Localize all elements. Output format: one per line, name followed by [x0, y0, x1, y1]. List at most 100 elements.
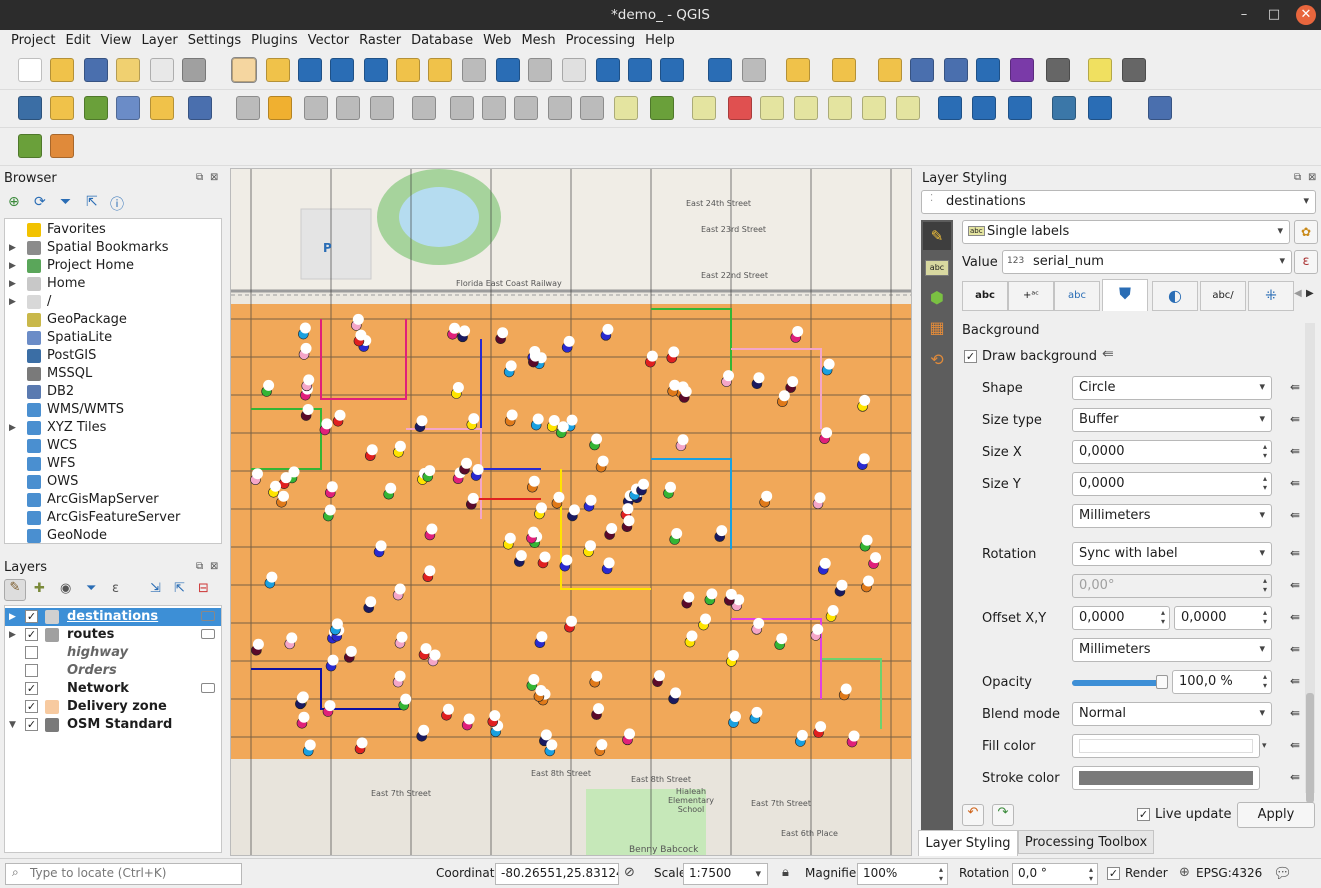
maximize-button[interactable]: □ — [1266, 7, 1282, 23]
tab-layer-styling[interactable]: Layer Styling — [918, 830, 1018, 856]
value-field-combo[interactable]: 123 serial_num — [1002, 250, 1292, 274]
identify-icon[interactable] — [708, 58, 732, 82]
copy-features-icon[interactable] — [482, 96, 506, 120]
lock-icon[interactable]: 🔒︎ — [782, 865, 789, 880]
rotate-label-icon[interactable] — [794, 96, 818, 120]
mouse-coords-toggle-icon[interactable]: ⊘ — [624, 865, 635, 880]
dock-close-icon[interactable]: ⊠ — [210, 561, 218, 572]
tab-scroll-right-icon[interactable]: ▶ — [1306, 288, 1314, 299]
menu-project[interactable]: Project — [6, 31, 60, 50]
layer-item[interactable]: highway — [5, 644, 221, 662]
placement-tab-icon[interactable]: ⁜ — [1248, 281, 1294, 311]
float-icon[interactable]: ⧉ — [196, 561, 203, 572]
browser-item[interactable]: GeoNode — [5, 527, 221, 545]
pan-map-icon[interactable] — [231, 57, 257, 83]
buffer-tab-icon[interactable]: abc — [1054, 281, 1100, 311]
layer-selector[interactable]: ⁚ destinations — [921, 190, 1316, 214]
embedded-widget-icon[interactable] — [201, 611, 215, 621]
shadow-tab-icon[interactable]: ◐ — [1152, 281, 1198, 311]
menu-raster[interactable]: Raster — [354, 31, 406, 50]
browser-item[interactable]: ArcGisFeatureServer — [5, 509, 221, 527]
layer-item[interactable]: Orders — [5, 662, 221, 680]
3d-view-tab-icon[interactable]: ⬢ — [925, 288, 949, 312]
fill-color-dropdown-icon[interactable]: ▾ — [1262, 734, 1274, 758]
layer-visibility-checkbox[interactable]: ✓ — [25, 700, 38, 713]
magnifier-spinbox[interactable]: 100% — [857, 863, 948, 885]
data-defined-override-icon[interactable]: ⇚ — [1286, 508, 1304, 526]
expand-arrow-icon[interactable]: ▶ — [9, 608, 19, 626]
embedded-widget-icon[interactable] — [201, 629, 215, 639]
new-shapefile-icon[interactable] — [84, 96, 108, 120]
refresh-icon[interactable] — [660, 58, 684, 82]
highlight-labels-icon[interactable] — [728, 96, 752, 120]
apply-button[interactable]: Apply — [1237, 802, 1315, 828]
add-selected-icon[interactable]: ⊕ — [8, 194, 20, 210]
plugin-reloader-icon[interactable] — [1088, 96, 1112, 120]
callouts-tab-icon[interactable]: abc/ — [1200, 281, 1246, 311]
browser-item[interactable]: OWS — [5, 473, 221, 491]
add-feature-icon[interactable] — [336, 96, 360, 120]
layer-visibility-checkbox[interactable] — [25, 646, 38, 659]
layer-visibility-checkbox[interactable]: ✓ — [25, 682, 38, 695]
delete-selected-icon[interactable] — [412, 96, 436, 120]
layer-visibility-checkbox[interactable]: ✓ — [25, 718, 38, 731]
print-layout-icon[interactable] — [150, 58, 174, 82]
digitize-icon[interactable] — [188, 96, 212, 120]
float-icon[interactable]: ⧉ — [1294, 172, 1301, 183]
styling-panel-icon[interactable]: ✎ — [4, 579, 26, 601]
opacity-spinbox[interactable]: 100,0 % — [1172, 670, 1272, 694]
toggle-editing-icon[interactable] — [268, 96, 292, 120]
save-edits-icon[interactable] — [304, 96, 328, 120]
measure-icon[interactable] — [1046, 58, 1070, 82]
layers-tree[interactable]: ▶ ✓ destinations ▶ ✓ routes highway Orders ✓ Netw… — [4, 605, 222, 853]
label-props-icon[interactable] — [896, 96, 920, 120]
new-map-view-icon[interactable] — [562, 58, 586, 82]
browser-item[interactable]: ▶ Project Home — [5, 257, 221, 275]
zoom-next-icon[interactable] — [528, 58, 552, 82]
shape-combo[interactable]: Circle — [1072, 376, 1272, 400]
pan-to-selection-icon[interactable] — [266, 58, 290, 82]
fill-color-button[interactable] — [1072, 734, 1260, 758]
open-project-icon[interactable] — [50, 58, 74, 82]
zoom-to-layer-icon[interactable] — [428, 58, 452, 82]
current-edits-icon[interactable] — [236, 96, 260, 120]
data-defined-override-icon[interactable]: ⇚ — [1102, 346, 1114, 362]
formatting-tab-icon[interactable]: +ᵃᶜ — [1008, 281, 1054, 311]
data-defined-override-icon[interactable]: ⇚ — [1286, 578, 1304, 596]
statistics-icon[interactable] — [1010, 58, 1034, 82]
menu-web[interactable]: Web — [478, 31, 516, 50]
menu-help[interactable]: Help — [640, 31, 680, 50]
expand-arrow-icon[interactable]: ▶ — [9, 275, 19, 293]
layer-item[interactable]: ▼ ✓ OSM Standard — [5, 716, 221, 734]
data-source-manager-icon[interactable] — [18, 96, 42, 120]
data-defined-override-icon[interactable]: ⇚ — [1286, 706, 1304, 724]
browser-item[interactable]: PostGIS — [5, 347, 221, 365]
paste-features-icon[interactable] — [514, 96, 538, 120]
label-tool-icon[interactable] — [614, 96, 638, 120]
style-manager-icon[interactable] — [182, 58, 206, 82]
annotation-icon[interactable] — [1088, 58, 1112, 82]
blend-mode-combo[interactable]: Normal — [1072, 702, 1272, 726]
collapse-all-icon[interactable]: ⇱ — [86, 194, 98, 210]
data-defined-override-icon[interactable]: ⇚ — [1286, 610, 1304, 628]
expression-filter-icon[interactable]: ε — [112, 581, 119, 596]
new-geopackage-icon[interactable] — [50, 96, 74, 120]
text-tab-icon[interactable]: abc — [962, 281, 1008, 311]
history-tab-icon[interactable]: ⟲ — [925, 350, 949, 374]
data-defined-override-icon[interactable]: ⇚ — [1286, 444, 1304, 462]
stroke-color-button[interactable] — [1072, 766, 1260, 790]
new-spatialite-icon[interactable] — [116, 96, 140, 120]
coordinate-field[interactable]: -80.26551,25.83124 — [495, 863, 619, 885]
browser-item[interactable]: SpatiaLite — [5, 329, 221, 347]
metasearch-icon[interactable] — [938, 96, 962, 120]
crs-globe-icon[interactable]: ⊕ — [1179, 865, 1190, 880]
expand-all-icon[interactable]: ⇲ — [150, 581, 161, 596]
menu-settings[interactable]: Settings — [183, 31, 246, 50]
expand-arrow-icon[interactable]: ▼ — [9, 716, 19, 734]
attribute-table-icon[interactable] — [910, 58, 934, 82]
zoom-in-icon[interactable] — [298, 58, 322, 82]
refresh-icon[interactable]: ⟳ — [34, 194, 46, 210]
show-hide-labels-icon[interactable] — [862, 96, 886, 120]
offset-x-spinbox[interactable]: 0,0000 — [1072, 606, 1170, 630]
filter-legend-icon[interactable]: ⏷ — [86, 581, 96, 596]
